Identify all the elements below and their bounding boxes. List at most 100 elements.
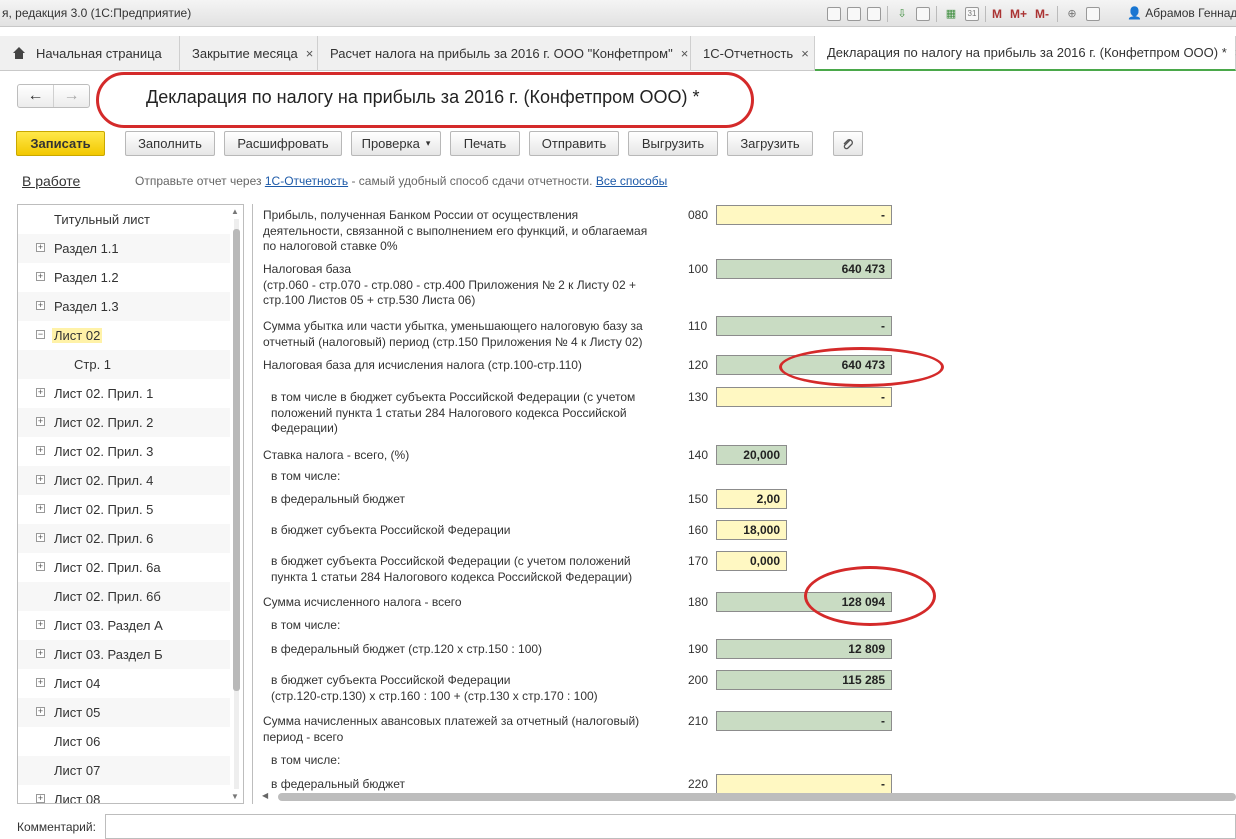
tab-home[interactable]: Начальная страница xyxy=(0,36,180,71)
line-code: 150 xyxy=(688,492,709,506)
declaration-form: Прибыль, полученная Банком России от осу… xyxy=(252,204,1236,804)
comment-input[interactable] xyxy=(105,814,1236,839)
expand-icon[interactable]: + xyxy=(36,533,45,542)
preview-icon[interactable] xyxy=(867,6,881,21)
save-icon[interactable] xyxy=(827,6,841,21)
expand-icon[interactable]: + xyxy=(36,504,45,513)
tree-item[interactable]: + Лист 03. Раздел А xyxy=(18,611,230,640)
tab-month-close[interactable]: Закрытие месяца × xyxy=(180,36,318,71)
horizontal-scrollbar[interactable] xyxy=(278,793,1236,801)
tree-item[interactable]: + Лист 04 xyxy=(18,669,230,698)
tree-item[interactable]: + Лист 02. Прил. 6 xyxy=(18,524,230,553)
tree-item[interactable]: + Лист 02. Прил. 5 xyxy=(18,495,230,524)
panels-icon[interactable] xyxy=(1086,6,1101,21)
save-button[interactable]: Записать xyxy=(16,131,105,156)
expand-icon[interactable]: + xyxy=(36,301,45,310)
scroll-down-icon[interactable]: ▼ xyxy=(231,792,239,801)
decode-button[interactable]: Расшифровать xyxy=(224,131,342,156)
expand-icon[interactable]: + xyxy=(36,707,45,716)
expand-icon[interactable]: + xyxy=(36,678,45,687)
row-label: в федеральный бюджет (стр.120 х стр.150 … xyxy=(271,642,543,656)
tree-item[interactable]: Лист 07 xyxy=(18,756,230,785)
download-icon[interactable]: ⇩ xyxy=(894,6,910,22)
tree-item-label: Лист 02. Прил. 4 xyxy=(54,473,154,488)
expand-icon[interactable]: + xyxy=(36,272,45,281)
collapse-icon[interactable]: − xyxy=(36,330,45,339)
tree-item[interactable]: Стр. 1 xyxy=(18,350,230,379)
close-icon[interactable]: × xyxy=(306,46,314,61)
value-field[interactable]: 640 473 xyxy=(716,259,892,279)
memory-button[interactable]: M xyxy=(992,7,1002,21)
tab-declaration[interactable]: Декларация по налогу на прибыль за 2016 … xyxy=(815,36,1236,71)
value-field[interactable]: 115 285 xyxy=(716,670,892,690)
close-icon[interactable]: × xyxy=(681,46,689,61)
value-field[interactable]: - xyxy=(716,316,892,336)
send-button[interactable]: Отправить xyxy=(529,131,619,156)
reporting-service-link[interactable]: 1С-Отчетность xyxy=(265,174,348,188)
document-state-link[interactable]: В работе xyxy=(22,173,80,189)
fill-button[interactable]: Заполнить xyxy=(125,131,215,156)
value-field[interactable]: - xyxy=(716,205,892,225)
expand-icon[interactable]: + xyxy=(36,475,45,484)
tree-item[interactable]: + Лист 02. Прил. 3 xyxy=(18,437,230,466)
print-button[interactable]: Печать xyxy=(450,131,520,156)
forward-arrow-icon[interactable]: → xyxy=(53,85,89,107)
document-icon[interactable] xyxy=(916,6,930,21)
tab-1c-reporting[interactable]: 1С-Отчетность × xyxy=(691,36,815,71)
tree-item[interactable]: + Лист 02. Прил. 2 xyxy=(18,408,230,437)
expand-icon[interactable]: + xyxy=(36,243,45,252)
value-field[interactable]: 12 809 xyxy=(716,639,892,659)
zoom-icon[interactable]: ⊕ xyxy=(1064,6,1080,22)
value-field[interactable]: 0,000 xyxy=(716,551,787,571)
tree-item[interactable]: Лист 02. Прил. 6б xyxy=(18,582,230,611)
scroll-thumb[interactable] xyxy=(233,229,240,691)
expand-icon[interactable]: + xyxy=(36,388,45,397)
expand-icon[interactable]: + xyxy=(36,794,45,803)
tree-item[interactable]: − Лист 02 xyxy=(18,321,230,350)
line-code: 170 xyxy=(688,554,709,568)
calculator-icon[interactable]: ▦ xyxy=(943,6,959,22)
tree-item[interactable]: + Раздел 1.1 xyxy=(18,234,230,263)
expand-icon[interactable]: + xyxy=(36,620,45,629)
attach-button[interactable] xyxy=(833,131,863,156)
expand-icon[interactable]: + xyxy=(36,446,45,455)
tree-item[interactable]: + Лист 02. Прил. 4 xyxy=(18,466,230,495)
row-label: в федеральный бюджет xyxy=(271,492,405,506)
back-arrow-icon[interactable]: ← xyxy=(18,85,53,107)
tree-item[interactable]: + Лист 02. Прил. 6а xyxy=(18,553,230,582)
all-methods-link[interactable]: Все способы xyxy=(596,174,668,188)
tree-item[interactable]: + Лист 05 xyxy=(18,698,230,727)
export-button[interactable]: Выгрузить xyxy=(628,131,718,156)
expand-icon[interactable]: + xyxy=(36,649,45,658)
close-icon[interactable]: × xyxy=(801,46,809,61)
memory-plus-button[interactable]: M+ xyxy=(1010,7,1027,21)
scroll-left-icon[interactable]: ◀ xyxy=(262,791,268,800)
expand-icon[interactable]: + xyxy=(36,417,45,426)
expand-icon[interactable]: + xyxy=(36,562,45,571)
scroll-up-icon[interactable]: ▲ xyxy=(231,207,239,216)
tree-item[interactable]: + Раздел 1.2 xyxy=(18,263,230,292)
check-dropdown-button[interactable]: Проверка ▾ xyxy=(351,131,441,156)
tab-profit-tax-calc[interactable]: Расчет налога на прибыль за 2016 г. ООО … xyxy=(318,36,691,71)
value-field[interactable]: - xyxy=(716,774,892,794)
calendar-icon[interactable]: 31 xyxy=(965,6,979,21)
memory-minus-button[interactable]: M- xyxy=(1035,7,1049,21)
tree-item[interactable]: + Лист 03. Раздел Б xyxy=(18,640,230,669)
tree-item[interactable]: + Раздел 1.3 xyxy=(18,292,230,321)
value-field[interactable]: 20,000 xyxy=(716,445,787,465)
tree-item-label: Лист 02. Прил. 6б xyxy=(54,589,161,604)
line-code: 220 xyxy=(688,777,709,791)
print-icon[interactable] xyxy=(847,6,861,21)
tree-scrollbar[interactable]: ▲ ▼ xyxy=(231,207,241,801)
value-field[interactable]: 2,00 xyxy=(716,489,787,509)
tree-item-label: Раздел 1.2 xyxy=(54,270,119,285)
current-user[interactable]: 👤 Абрамов Геннадий xyxy=(1127,6,1236,20)
value-field[interactable]: 18,000 xyxy=(716,520,787,540)
tree-item[interactable]: Лист 06 xyxy=(18,727,230,756)
tree-item[interactable]: Титульный лист xyxy=(18,205,230,234)
value-field[interactable]: - xyxy=(716,711,892,731)
import-button[interactable]: Загрузить xyxy=(727,131,813,156)
tree-item[interactable]: + Лист 02. Прил. 1 xyxy=(18,379,230,408)
value-field[interactable]: - xyxy=(716,387,892,407)
tree-item[interactable]: + Лист 08 xyxy=(18,785,230,803)
